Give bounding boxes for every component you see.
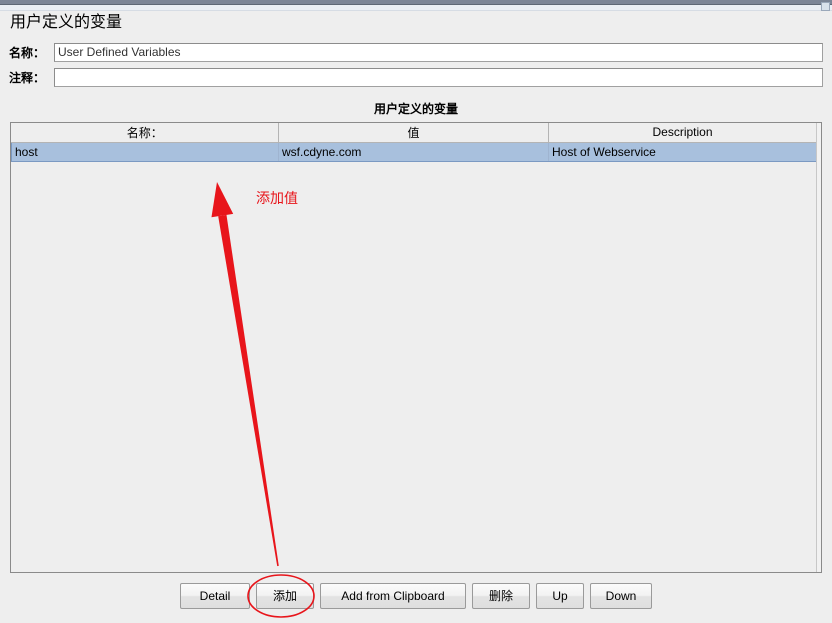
table-row[interactable]: host wsf.cdyne.com Host of Webservice: [11, 141, 817, 162]
window-top-strip: [0, 5, 832, 11]
button-bar: Detail 添加 Add from Clipboard 删除 Up Down: [0, 583, 832, 609]
table-caption: 用户定义的变量: [373, 102, 458, 116]
comment-field-label: 注释：: [9, 71, 46, 85]
column-header-name[interactable]: 名称：: [11, 123, 279, 143]
variables-table: 名称： 值 Description host wsf.cdyne.com Hos…: [11, 123, 817, 162]
column-header-description[interactable]: Description: [548, 123, 817, 143]
move-down-button[interactable]: Down: [590, 583, 652, 609]
move-up-button[interactable]: Up: [536, 583, 584, 609]
name-field-row: 名称： User Defined Variables: [9, 43, 823, 62]
name-field-label: 名称：: [9, 46, 46, 60]
table-header-row: 名称： 值 Description: [11, 123, 817, 143]
variables-table-panel: 名称： 值 Description host wsf.cdyne.com Hos…: [10, 122, 822, 573]
table-vertical-scrollbar[interactable]: [816, 123, 822, 572]
name-input[interactable]: User Defined Variables: [54, 43, 823, 62]
cell-name[interactable]: host: [11, 141, 279, 162]
delete-button[interactable]: 删除: [472, 583, 530, 609]
cell-value[interactable]: wsf.cdyne.com: [278, 141, 549, 162]
detail-button[interactable]: Detail: [180, 583, 250, 609]
cell-description[interactable]: Host of Webservice: [548, 141, 817, 162]
comment-input[interactable]: [54, 68, 823, 87]
page-title: 用户定义的变量: [10, 14, 123, 31]
add-button[interactable]: 添加: [256, 583, 314, 609]
comment-field-row: 注释：: [9, 68, 823, 87]
add-from-clipboard-button[interactable]: Add from Clipboard: [320, 583, 466, 609]
column-header-value[interactable]: 值: [278, 123, 549, 143]
scrollbar-nub-icon[interactable]: [821, 2, 830, 11]
